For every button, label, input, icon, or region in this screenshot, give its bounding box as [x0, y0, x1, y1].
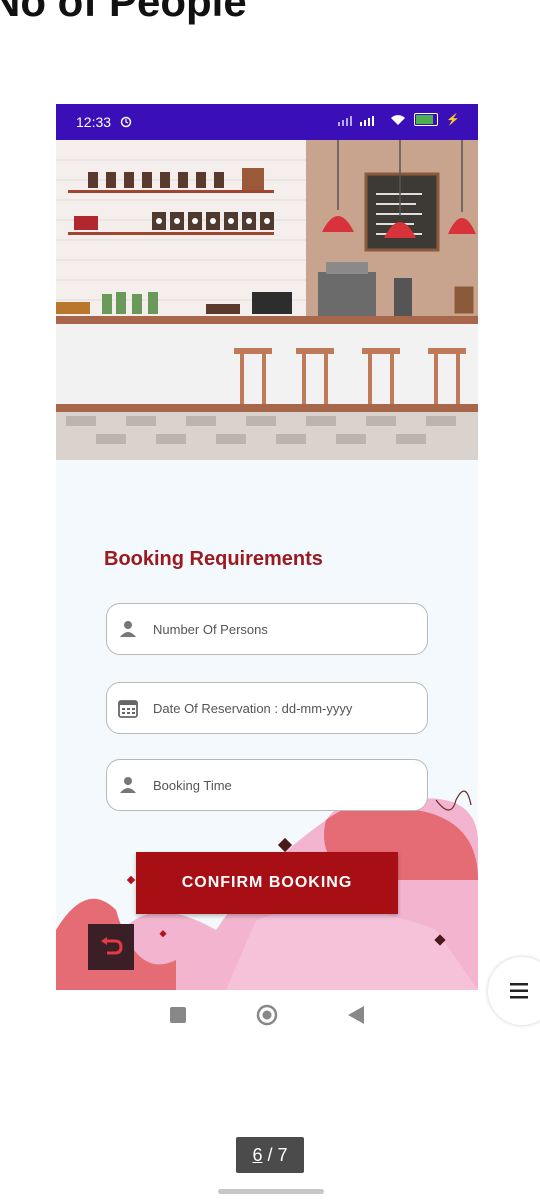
phone-screen: 12:33 ⚡ Booking Requirements Number Of P…: [56, 104, 478, 990]
page-total: 7: [277, 1144, 288, 1165]
page-current: 6: [252, 1144, 263, 1165]
booking-form: Booking Requirements Number Of Persons D…: [56, 460, 478, 990]
undo-arrow-icon: [101, 937, 123, 955]
back-triangle-icon[interactable]: [348, 1006, 364, 1024]
date-input[interactable]: [151, 699, 405, 717]
system-nav-bar: [56, 990, 478, 1040]
time-field[interactable]: [106, 759, 428, 811]
alarm-icon: [120, 116, 132, 128]
persons-field[interactable]: [106, 603, 428, 655]
page-counter: 6 / 7: [236, 1137, 304, 1173]
status-icons: ⚡: [338, 113, 460, 126]
battery-icon: [414, 113, 439, 126]
signal-icon: [338, 115, 375, 126]
charging-icon: ⚡: [446, 114, 460, 126]
persons-input[interactable]: [151, 620, 405, 638]
circle-icon[interactable]: [256, 1004, 278, 1026]
form-title: Booking Requirements: [104, 548, 323, 570]
page-heading: No of People: [0, 0, 247, 25]
status-bar: 12:33 ⚡: [56, 104, 478, 140]
person-icon: [111, 775, 145, 795]
menu-button[interactable]: [488, 957, 540, 1025]
time-input[interactable]: [151, 776, 405, 794]
date-field[interactable]: [106, 682, 428, 734]
calendar-icon: [111, 697, 145, 719]
person-icon: [111, 619, 145, 639]
page-separator: /: [262, 1144, 278, 1165]
confirm-booking-button[interactable]: CONFIRM BOOKING: [136, 852, 398, 914]
wifi-icon: [391, 114, 406, 125]
home-indicator: [218, 1189, 324, 1194]
back-button[interactable]: [88, 924, 134, 970]
square-icon[interactable]: [170, 1007, 186, 1023]
status-time: 12:33: [76, 114, 112, 130]
hamburger-icon: [510, 983, 528, 999]
cafe-illustration: [56, 140, 478, 460]
